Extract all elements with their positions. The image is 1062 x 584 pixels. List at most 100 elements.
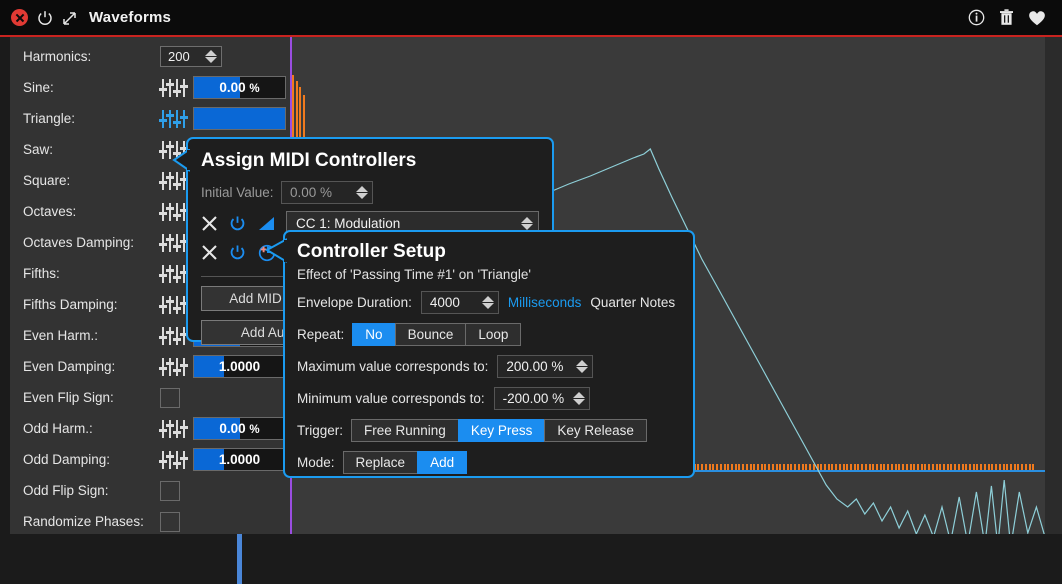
unit-option-quarter-notes[interactable]: Quarter Notes (590, 295, 675, 310)
param-label: Odd Flip Sign: (10, 483, 160, 498)
close-icon[interactable] (201, 215, 218, 232)
param-label: Even Flip Sign: (10, 390, 160, 405)
controller-setup-dialog[interactable]: Controller Setup Effect of 'Passing Time… (283, 230, 695, 478)
slider-handle-icon[interactable] (160, 263, 187, 285)
param-label: Octaves Damping: (10, 235, 160, 250)
envelope-duration-spinner[interactable]: 4000 (421, 291, 499, 314)
param-row-even-damping: Even Damping: 1.0000 (10, 351, 290, 382)
minimum-value-spinner[interactable]: -200.00 % (494, 387, 590, 410)
maximum-value-label: Maximum value corresponds to: (297, 359, 488, 374)
plot-right-gutter (1045, 37, 1062, 556)
window-title: Waveforms (89, 9, 171, 26)
close-icon[interactable] (11, 9, 28, 26)
ramp-icon[interactable] (257, 215, 275, 232)
param-label: Sine: (10, 80, 160, 95)
playhead-marker[interactable] (237, 534, 242, 584)
param-checkbox[interactable] (160, 481, 180, 501)
param-value-field[interactable]: 1.0000 (193, 355, 286, 378)
midi-controller-value: CC 1: Modulation (296, 216, 400, 231)
param-label: Fifths: (10, 266, 160, 281)
mode-label: Mode: (297, 455, 335, 470)
power-icon[interactable] (229, 244, 246, 261)
trigger-option-key-release[interactable]: Key Release (544, 419, 647, 442)
slider-handle-icon[interactable] (160, 77, 187, 99)
param-label: Odd Harm.: (10, 421, 160, 436)
repeat-option-no[interactable]: No (352, 323, 395, 346)
param-checkbox[interactable] (160, 388, 180, 408)
repeat-option-loop[interactable]: Loop (465, 323, 521, 346)
info-icon[interactable] (968, 9, 985, 26)
trigger-option-key-press[interactable]: Key Press (458, 419, 546, 442)
repeat-option-bounce[interactable]: Bounce (395, 323, 467, 346)
param-label: Odd Damping: (10, 452, 160, 467)
waveforms-window: Waveforms (0, 0, 1062, 556)
param-value-field[interactable] (193, 107, 286, 130)
unit-option-milliseconds[interactable]: Milliseconds (508, 295, 582, 310)
slider-handle-icon[interactable] (160, 449, 187, 471)
heart-icon[interactable] (1028, 10, 1046, 26)
spinner-arrows-icon[interactable] (356, 186, 368, 199)
initial-value-label: Initial Value: (201, 185, 281, 200)
minimum-value-label: Minimum value corresponds to: (297, 391, 485, 406)
mode-row: Mode: ReplaceAdd (285, 451, 693, 474)
mode-option-replace[interactable]: Replace (343, 451, 419, 474)
spinner-arrows-icon[interactable] (205, 50, 217, 63)
spinner-arrows-icon[interactable] (482, 296, 494, 309)
title-bar: Waveforms (0, 0, 1062, 35)
title-bar-left-controls: Waveforms (0, 9, 171, 26)
initial-value-text: 0.00 % (290, 185, 332, 200)
slider-handle-icon[interactable] (160, 325, 187, 347)
slider-handle-icon[interactable] (160, 356, 187, 378)
slider-handle-icon[interactable] (160, 201, 187, 223)
param-checkbox[interactable] (160, 512, 180, 532)
spinner-arrows-icon[interactable] (573, 392, 585, 405)
maximum-value-text: 200.00 % (506, 359, 563, 374)
mode-option-add[interactable]: Add (417, 451, 467, 474)
spinner-arrows-icon[interactable] (576, 360, 588, 373)
param-label: Octaves: (10, 204, 160, 219)
controller-setup-subtitle: Effect of 'Passing Time #1' on 'Triangle… (285, 263, 693, 282)
minimum-value-row: Minimum value corresponds to: -200.00 % (285, 387, 693, 410)
param-label: Randomize Phases: (10, 514, 160, 529)
chevron-updown-icon[interactable] (521, 217, 533, 230)
mode-segmented-control[interactable]: ReplaceAdd (344, 451, 468, 474)
expand-icon[interactable] (62, 10, 78, 26)
trigger-segmented-control[interactable]: Free RunningKey PressKey Release (352, 419, 647, 442)
power-icon[interactable] (229, 215, 246, 232)
slider-handle-icon[interactable] (160, 232, 187, 254)
param-value-text: 1.0000 (194, 452, 285, 467)
window-body: Harmonics:200Sine:0.00 %Triangle:Saw:Squ… (0, 37, 1062, 556)
minimum-value-text: -200.00 % (503, 391, 565, 406)
power-icon[interactable] (37, 10, 53, 26)
envelope-duration-label: Envelope Duration: (297, 295, 412, 310)
initial-value-spinner[interactable]: 0.00 % (281, 181, 373, 204)
assign-midi-title: Assign MIDI Controllers (188, 139, 552, 172)
trigger-label: Trigger: (297, 423, 343, 438)
harmonics-value: 200 (168, 49, 190, 64)
maximum-value-row: Maximum value corresponds to: 200.00 % (285, 355, 693, 378)
harmonics-spinner[interactable]: 200 (160, 46, 222, 67)
slider-handle-icon[interactable] (160, 108, 187, 130)
repeat-segmented-control[interactable]: NoBounceLoop (353, 323, 521, 346)
trigger-option-free-running[interactable]: Free Running (351, 419, 459, 442)
envelope-duration-row: Envelope Duration: 4000 Milliseconds Qua… (285, 291, 693, 314)
slider-handle-icon[interactable] (160, 418, 187, 440)
param-value-field[interactable]: 0.00 % (193, 417, 286, 440)
param-row-even-flip-sign: Even Flip Sign: (10, 382, 290, 413)
param-label: Triangle: (10, 111, 160, 126)
param-row-triangle: Triangle: (10, 103, 290, 134)
maximum-value-spinner[interactable]: 200.00 % (497, 355, 593, 378)
title-bar-right-controls (968, 9, 1062, 26)
param-row-harmonics: Harmonics:200 (10, 41, 290, 72)
param-row-odd-harm: Odd Harm.: 0.00 % (10, 413, 290, 444)
param-label: Even Damping: (10, 359, 160, 374)
envelope-duration-value: 4000 (430, 295, 460, 310)
param-value-field[interactable]: 0.00 % (193, 76, 286, 99)
param-row-randomize-phases: Randomize Phases: (10, 506, 290, 537)
param-row-sine: Sine: 0.00 % (10, 72, 290, 103)
param-value-field[interactable]: 1.0000 (193, 448, 286, 471)
close-icon[interactable] (201, 244, 218, 261)
param-label: Even Harm.: (10, 328, 160, 343)
trash-icon[interactable] (999, 9, 1014, 26)
slider-handle-icon[interactable] (160, 294, 187, 316)
